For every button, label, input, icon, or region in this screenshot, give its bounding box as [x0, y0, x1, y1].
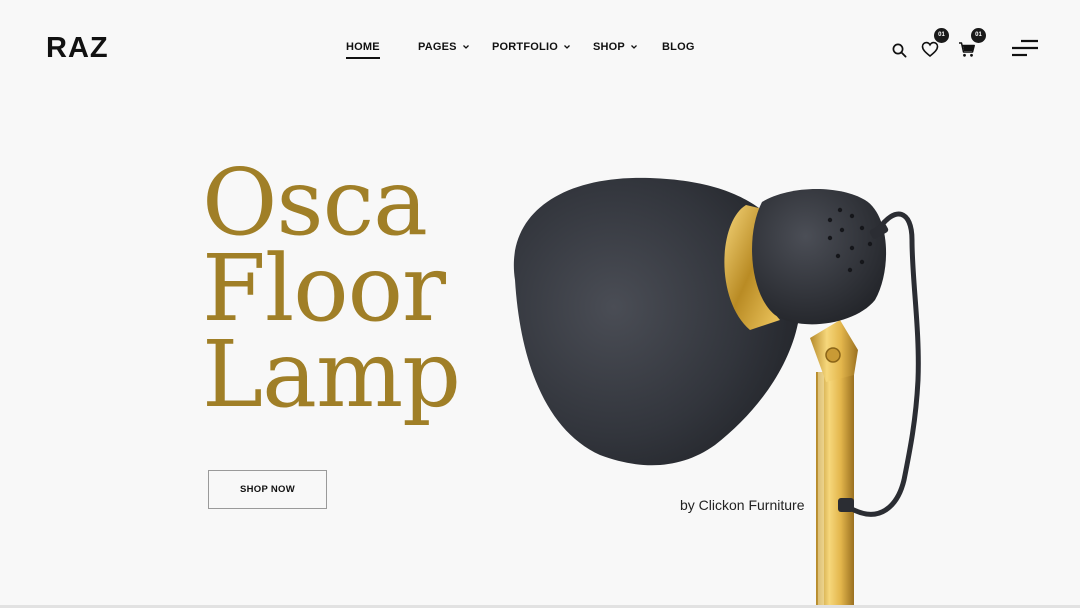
hero-title: Osca Floor Lamp — [202, 149, 461, 428]
nav-label: HOME — [346, 41, 380, 53]
search-button[interactable] — [892, 43, 907, 58]
hamburger-menu-icon — [1012, 39, 1038, 57]
menu-button[interactable] — [1011, 38, 1039, 60]
hero-byline: by Clickon Furniture — [680, 497, 805, 513]
chevron-down-icon — [462, 45, 469, 49]
search-icon — [892, 43, 907, 58]
shop-now-button[interactable]: SHOP NOW — [208, 470, 327, 509]
chevron-down-icon — [564, 45, 570, 49]
hero-title-line: Osca — [202, 149, 428, 256]
nav-item-blog[interactable]: BLOG — [662, 41, 695, 53]
hero-title-line: Floor — [202, 235, 446, 342]
lamp-product-image — [513, 177, 921, 608]
hero-title-line: Lamp — [202, 321, 461, 428]
nav-label: PORTFOLIO — [492, 41, 558, 53]
nav-label: SHOP — [593, 41, 625, 53]
nav-item-home[interactable]: HOME — [346, 41, 380, 59]
cart-icon — [959, 42, 975, 57]
nav-item-pages[interactable]: PAGES — [418, 41, 470, 53]
wishlist-count-badge: 01 — [934, 28, 949, 43]
cart-button[interactable] — [958, 41, 976, 58]
heart-icon — [921, 41, 939, 58]
nav-label: PAGES — [418, 41, 457, 53]
nav-item-portfolio[interactable]: PORTFOLIO — [492, 41, 571, 53]
wishlist-button[interactable] — [921, 41, 939, 58]
cart-count-badge: 01 — [971, 28, 986, 43]
chevron-down-icon — [631, 45, 637, 49]
nav-item-shop[interactable]: SHOP — [593, 41, 638, 53]
nav-label: BLOG — [662, 41, 695, 53]
main-nav: HOME PAGES PORTFOLIO SHOP BLOG — [0, 41, 1080, 59]
